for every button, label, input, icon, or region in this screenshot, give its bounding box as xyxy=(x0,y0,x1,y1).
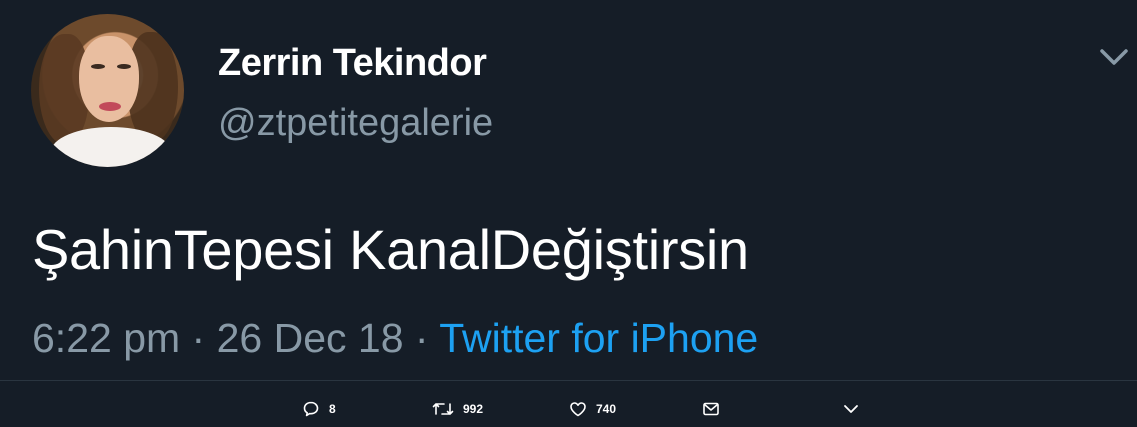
divider xyxy=(0,380,1137,381)
tweet-time[interactable]: 6:22 pm xyxy=(32,315,180,361)
more-options-button[interactable] xyxy=(842,396,860,422)
avatar[interactable] xyxy=(31,14,184,167)
user-handle[interactable]: @ztpetitegalerie xyxy=(218,102,493,145)
meta-separator: · xyxy=(403,315,440,361)
direct-message-button[interactable] xyxy=(702,396,720,422)
envelope-icon xyxy=(702,400,720,418)
tweet-date[interactable]: 26 Dec 18 xyxy=(217,315,404,361)
retweet-count: 992 xyxy=(463,402,484,416)
chevron-down-icon[interactable] xyxy=(1099,46,1129,68)
tweet-source-link[interactable]: Twitter for iPhone xyxy=(439,315,758,361)
like-count: 740 xyxy=(596,402,617,416)
meta-separator: · xyxy=(180,315,217,361)
retweet-icon xyxy=(432,400,454,418)
reply-button[interactable]: 8 xyxy=(302,396,336,422)
chevron-down-icon xyxy=(842,400,860,418)
tweet-actions: 8 992 740 xyxy=(0,396,1137,422)
reply-count: 8 xyxy=(329,402,336,416)
avatar-eye-left xyxy=(91,64,105,69)
heart-icon xyxy=(569,400,587,418)
reply-icon xyxy=(302,400,320,418)
tweet-text: ŞahinTepesi KanalDeğiştirsin xyxy=(32,218,749,281)
display-name[interactable]: Zerrin Tekindor xyxy=(218,42,487,85)
avatar-lips xyxy=(99,102,121,111)
retweet-button[interactable]: 992 xyxy=(432,396,483,422)
avatar-eye-right xyxy=(117,64,131,69)
tweet-meta: 6:22 pm · 26 Dec 18 · Twitter for iPhone xyxy=(32,315,758,362)
like-button[interactable]: 740 xyxy=(569,396,616,422)
